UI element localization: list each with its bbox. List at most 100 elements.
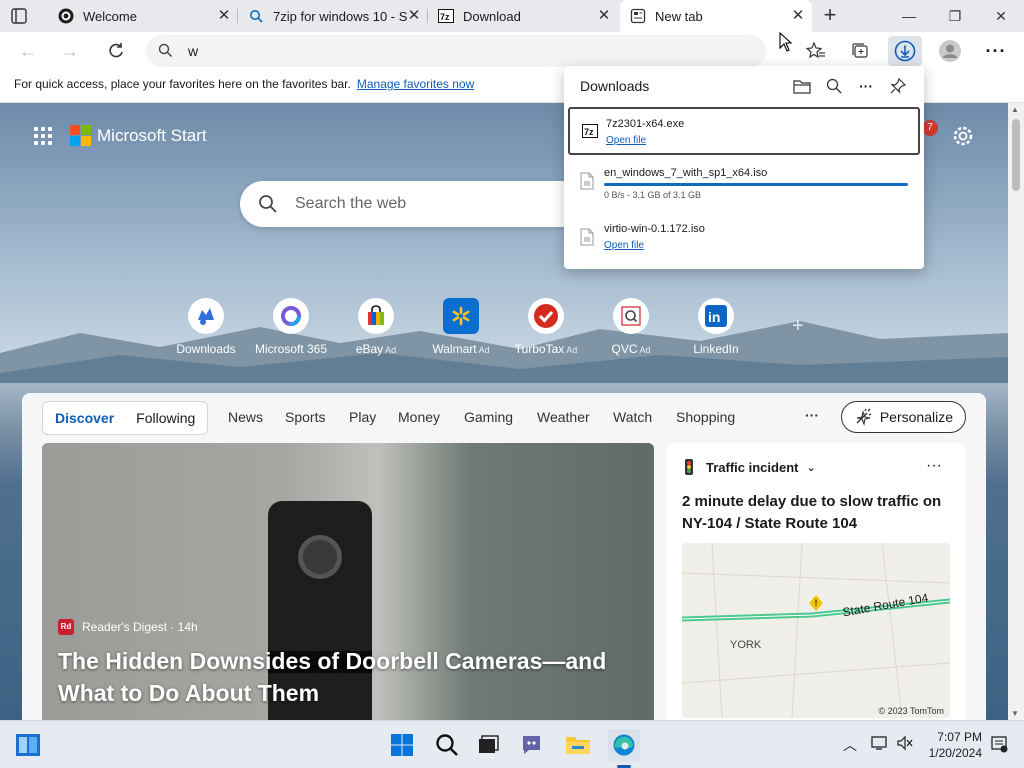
quick-link-downloads[interactable]: Downloads (166, 298, 246, 356)
add-quick-link-button[interactable]: + (792, 315, 804, 338)
search-downloads-icon[interactable] (824, 76, 844, 96)
tab-shopping[interactable]: Shopping (676, 409, 735, 425)
open-file-link[interactable]: Open file (606, 135, 646, 146)
map-copyright: © 2023 TomTom (878, 706, 945, 716)
tab-play[interactable]: Play (349, 409, 376, 425)
tab-watch[interactable]: Watch (613, 409, 652, 425)
new-tab-button[interactable]: + (818, 4, 842, 28)
edge-welcome-icon (58, 8, 74, 24)
newtab-icon (630, 8, 646, 24)
personalize-button[interactable]: Personalize (840, 401, 966, 433)
readers-digest-logo-icon: Rd (58, 619, 74, 635)
quick-link-microsoft-365[interactable]: Microsoft 365 (251, 298, 331, 356)
start-button-icon[interactable] (388, 731, 416, 759)
ad-label: Ad (385, 345, 397, 355)
tab-weather[interactable]: Weather (537, 409, 590, 425)
download-item[interactable]: 7z 7z2301-x64.exe Open file (568, 107, 920, 155)
downloads-title: Downloads (580, 78, 650, 94)
back-button[interactable]: ← (16, 39, 40, 63)
close-window-button[interactable]: ✕ (978, 0, 1024, 32)
app-launcher-icon[interactable] (34, 126, 52, 145)
tab-download[interactable]: 7z Download ✕ (428, 0, 618, 32)
restore-button[interactable]: ❐ (932, 0, 978, 32)
quick-link-label: TurboTax (514, 342, 565, 356)
collections-icon[interactable] (846, 38, 874, 64)
forward-button[interactable]: → (58, 39, 82, 63)
quick-link-turbotax[interactable]: TurboTax Ad (506, 298, 586, 356)
settings-more-icon[interactable]: ··· (982, 38, 1010, 64)
svg-text:in: in (708, 309, 720, 325)
microsoft-start-brand[interactable]: Microsoft Start (97, 126, 207, 146)
map-place-label: YORK (730, 639, 762, 651)
volume-muted-icon[interactable] (896, 735, 914, 754)
close-tab-icon[interactable]: ✕ (790, 8, 806, 24)
open-file-link[interactable]: Open file (604, 240, 644, 251)
tab-news[interactable]: News (228, 409, 263, 425)
quick-link-ebay[interactable]: eBay Ad (336, 298, 416, 356)
page-scrollbar[interactable]: ▲ ▼ (1008, 103, 1024, 720)
download-progress-fill (604, 183, 908, 186)
tab-money[interactable]: Money (398, 409, 440, 425)
tab-7zip-search[interactable]: 7zip for windows 10 - S ✕ (238, 0, 428, 32)
downloads-icon[interactable] (888, 36, 922, 66)
traffic-light-icon (685, 459, 693, 475)
taskbar-search-icon[interactable] (433, 731, 461, 759)
tab-sports[interactable]: Sports (285, 409, 325, 425)
downloads-more-icon[interactable]: ··· (856, 76, 876, 96)
file-explorer-icon[interactable] (564, 731, 592, 759)
page-settings-icon[interactable] (952, 125, 974, 150)
profile-avatar-icon[interactable] (936, 38, 964, 64)
widgets-icon[interactable] (14, 731, 42, 759)
traffic-map[interactable]: ! YORK State Route 104 © 2023 TomTom (682, 543, 950, 718)
tab-new-tab[interactable]: New tab ✕ (620, 0, 812, 32)
chevron-down-icon[interactable]: ⌄ (806, 461, 815, 474)
scroll-up-icon[interactable]: ▲ (1011, 105, 1019, 114)
tab-actions-icon[interactable] (10, 7, 28, 25)
address-bar[interactable]: w (146, 35, 766, 67)
tab-welcome[interactable]: Welcome ✕ (48, 0, 238, 32)
refresh-button[interactable] (104, 39, 128, 63)
task-view-icon[interactable] (474, 731, 502, 759)
article-title[interactable]: The Hidden Downsides of Doorbell Cameras… (58, 645, 638, 709)
scrollbar-thumb[interactable] (1012, 119, 1020, 191)
edge-browser-icon[interactable] (608, 729, 640, 761)
feed-more-icon[interactable]: ··· (805, 407, 819, 423)
network-icon[interactable] (870, 735, 888, 754)
notifications-icon[interactable] (990, 735, 1008, 756)
tab-discover[interactable]: Discover (55, 410, 114, 426)
close-tab-icon[interactable]: ✕ (216, 8, 232, 24)
download-progress-bar (604, 183, 908, 186)
traffic-more-icon[interactable]: ··· (926, 457, 942, 475)
scroll-down-icon[interactable]: ▼ (1011, 709, 1019, 718)
quick-link-qvc[interactable]: QVC Ad (591, 298, 671, 356)
show-hidden-icons-chevron-icon[interactable]: ︿ (843, 735, 857, 755)
download-item[interactable]: virtio-win-0.1.172.iso Open file (568, 214, 920, 262)
tab-title: 7zip for windows 10 - S (273, 8, 408, 24)
favorites-icon[interactable] (802, 38, 830, 64)
feed-tabs: Discover Following News Sports Play Mone… (42, 401, 966, 435)
teams-chat-icon[interactable] (519, 731, 547, 759)
tab-gaming[interactable]: Gaming (464, 409, 513, 425)
minimize-button[interactable]: — (886, 0, 932, 32)
notification-badge[interactable]: 7 (922, 120, 938, 136)
download-item[interactable]: en_windows_7_with_sp1_x64.iso 0 B/s - 3.… (568, 158, 920, 206)
microsoft-logo-icon (70, 125, 91, 146)
system-clock[interactable]: 7:07 PM 1/20/2024 (926, 729, 982, 761)
close-tab-icon[interactable]: ✕ (596, 8, 612, 24)
search-icon (158, 43, 173, 61)
tab-following[interactable]: Following (136, 410, 195, 426)
open-folder-icon[interactable] (792, 76, 812, 96)
personalize-label: Personalize (879, 409, 953, 425)
ad-label: Ad (566, 345, 578, 355)
tab-title: Download (463, 8, 521, 24)
download-status: 0 B/s - 3.1 GB of 3.1 GB (604, 190, 702, 200)
microsoft-365-icon (273, 298, 309, 334)
manage-favorites-link[interactable]: Manage favorites now (357, 77, 474, 91)
pin-icon[interactable] (888, 76, 908, 96)
quick-link-linkedin[interactable]: in LinkedIn (676, 298, 756, 356)
close-tab-icon[interactable]: ✕ (406, 8, 422, 24)
traffic-incident-card[interactable]: Traffic incident ⌄ ··· 2 minute delay du… (666, 443, 966, 720)
quick-link-walmart[interactable]: Walmart Ad (421, 298, 501, 356)
featured-article-card[interactable]: Rd Reader's Digest · 14h The Hidden Down… (42, 443, 654, 720)
file-icon (580, 172, 596, 190)
